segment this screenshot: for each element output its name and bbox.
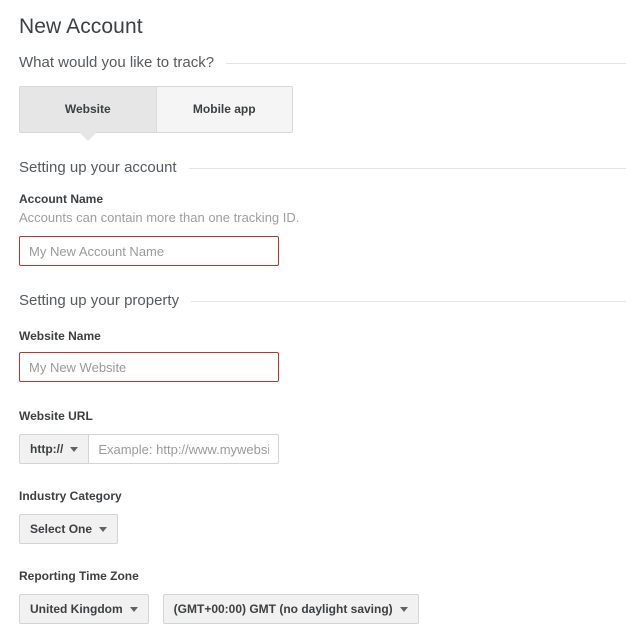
- section-divider-track: [226, 62, 626, 64]
- timezone-zone-value: (GMT+00:00) GMT (no daylight saving): [173, 602, 393, 616]
- section-header-property: Setting up your property: [0, 292, 634, 310]
- website-url-row: http://: [19, 434, 634, 464]
- page-title: New Account: [19, 15, 143, 38]
- tab-mobile-app-label: Mobile app: [192, 102, 256, 116]
- tab-website[interactable]: Website: [20, 87, 156, 141]
- website-url-label: Website URL: [19, 409, 93, 423]
- website-url-input[interactable]: [88, 434, 280, 464]
- industry-category-dropdown[interactable]: Select One: [19, 514, 119, 544]
- chevron-down-icon: [99, 526, 108, 532]
- tab-mobile-app[interactable]: Mobile app: [155, 87, 292, 132]
- section-title-account: Setting up your account: [19, 159, 177, 176]
- website-name-label: Website Name: [19, 329, 101, 343]
- industry-category-value: Select One: [30, 522, 93, 536]
- timezone-zone-dropdown[interactable]: (GMT+00:00) GMT (no daylight saving): [162, 594, 419, 624]
- track-type-tabs: Website Mobile app: [19, 86, 293, 141]
- industry-category-label: Industry Category: [19, 489, 122, 503]
- url-protocol-value: http://: [30, 442, 64, 456]
- reporting-time-zone-row: United Kingdom (GMT+00:00) GMT (no dayli…: [19, 594, 634, 624]
- section-header-track: What would you like to track?: [0, 54, 634, 72]
- section-header-account: Setting up your account: [0, 159, 634, 177]
- timezone-country-value: United Kingdom: [30, 602, 123, 616]
- tab-website-label: Website: [64, 102, 111, 116]
- chevron-down-icon: [129, 606, 138, 612]
- timezone-country-dropdown[interactable]: United Kingdom: [19, 594, 149, 624]
- account-name-label: Account Name: [19, 192, 104, 206]
- reporting-time-zone-label: Reporting Time Zone: [19, 569, 139, 583]
- website-name-input[interactable]: [19, 352, 279, 382]
- chevron-down-icon: [70, 446, 79, 452]
- new-account-page: New Account What would you like to track…: [0, 0, 634, 624]
- track-type-tabs-wrap: Website Mobile app: [0, 86, 634, 141]
- section-divider-account: [188, 167, 626, 169]
- section-title-property: Setting up your property: [19, 292, 180, 309]
- account-name-input[interactable]: [19, 236, 279, 266]
- account-name-help: Accounts can contain more than one track…: [19, 210, 300, 225]
- chevron-down-icon: [399, 606, 408, 612]
- section-divider-property: [191, 300, 626, 302]
- industry-category-row: Select One: [19, 514, 634, 544]
- url-protocol-dropdown[interactable]: http://: [19, 434, 89, 464]
- section-title-track: What would you like to track?: [19, 54, 215, 71]
